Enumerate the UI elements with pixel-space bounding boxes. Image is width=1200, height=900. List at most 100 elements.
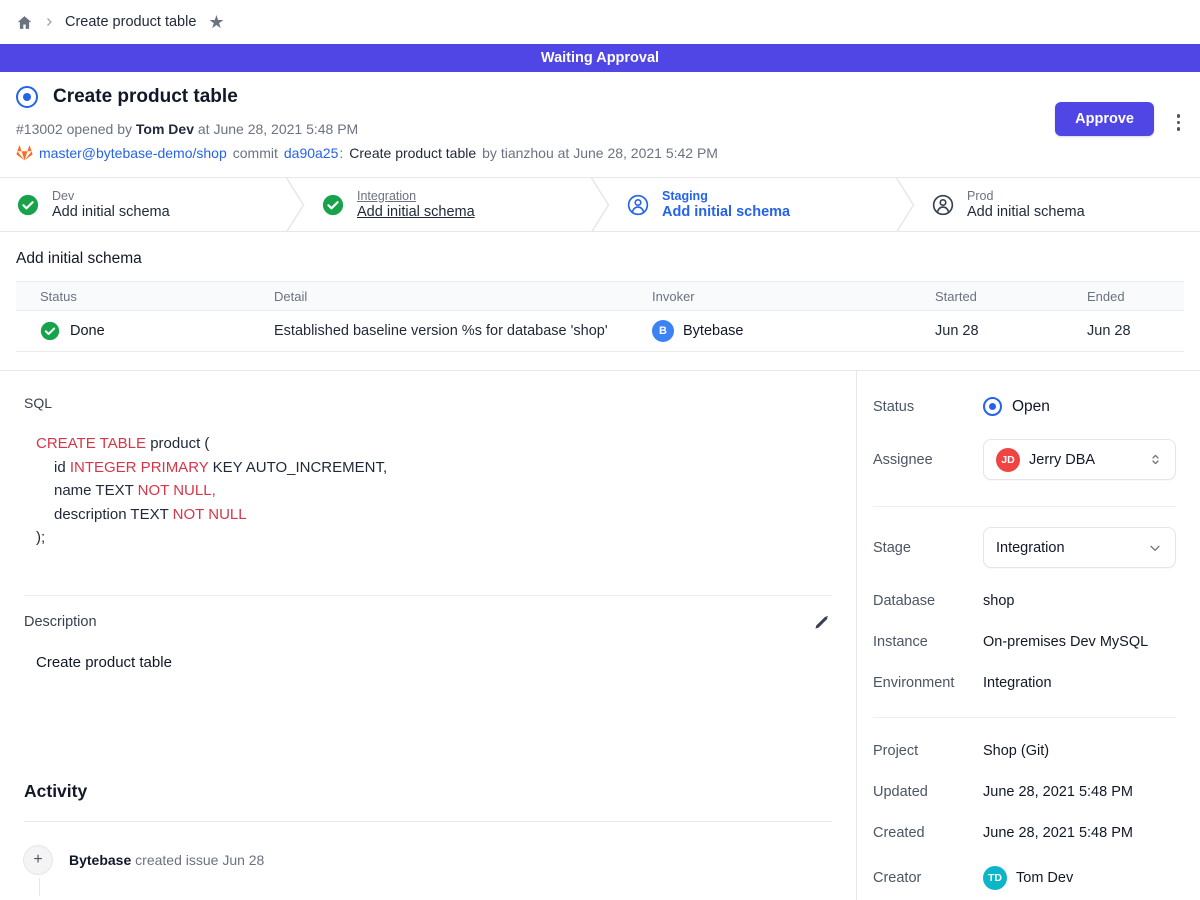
commit-byline: by tianzhou at June 28, 2021 5:42 PM (482, 145, 718, 161)
stage-staging[interactable]: Staging Add initial schema (610, 178, 895, 231)
environment-label: Environment (873, 675, 983, 691)
stage-integration[interactable]: Integration Add initial schema (305, 178, 590, 231)
divider (873, 506, 1176, 507)
banner-text: Waiting Approval (541, 50, 659, 66)
waiting-approval-banner: Waiting Approval (0, 44, 1200, 72)
sql-code-block: CREATE TABLE product ( id INTEGER PRIMAR… (24, 432, 832, 550)
sql-keyword: INTEGER PRIMARY (70, 459, 209, 476)
approve-button[interactable]: Approve (1055, 102, 1154, 136)
database-value[interactable]: shop (983, 593, 1014, 609)
assignee-select[interactable]: JD Jerry DBA (983, 439, 1176, 480)
pipeline-stages: Dev Add initial schema Integration Add i… (0, 177, 1200, 232)
database-label: Database (873, 593, 983, 609)
done-check-icon (40, 321, 60, 341)
sql-text: KEY AUTO_INCREMENT, (208, 459, 387, 476)
chevron-right-icon (43, 16, 55, 28)
row-invoker: Bytebase (683, 323, 743, 339)
content-area: SQL CREATE TABLE product ( id INTEGER PR… (0, 370, 1200, 900)
sql-keyword: NOT NULL, (138, 482, 216, 499)
status-value: Open (1012, 398, 1050, 416)
breadcrumb: Create product table ★ (0, 0, 1200, 44)
stage-done-check-icon (17, 194, 39, 216)
issue-meta: #13002 opened by Tom Dev at June 28, 202… (16, 121, 1184, 137)
row-ended: Jun 28 (1063, 323, 1184, 339)
stage-select[interactable]: Integration (983, 527, 1176, 568)
bytebase-avatar: B (652, 320, 674, 342)
commit-message: Create product table (349, 145, 476, 161)
breadcrumb-page-title[interactable]: Create product table (65, 14, 196, 30)
divider (24, 595, 832, 596)
created-label: Created (873, 825, 983, 841)
plus-icon: + (24, 846, 52, 874)
updated-label: Updated (873, 784, 983, 800)
activity-actor: Bytebase (69, 852, 131, 868)
issue-author: Tom Dev (136, 121, 194, 137)
col-started: Started (911, 289, 1063, 304)
updown-chevrons-icon (1148, 452, 1163, 467)
chevron-down-icon (1147, 540, 1163, 556)
task-heading: Add initial schema (16, 250, 1184, 268)
commit-row: master@bytebase-demo/shop commit da90a25… (16, 145, 1184, 161)
project-value[interactable]: Shop (Git) (983, 743, 1049, 759)
instance-label: Instance (873, 634, 983, 650)
stage-separator (590, 178, 610, 231)
commit-word: commit (233, 145, 278, 161)
sql-text: product ( (146, 435, 209, 452)
edit-description-pencil-icon[interactable] (811, 612, 832, 633)
sql-text: description TEXT (54, 506, 173, 523)
stage-pending-approval-icon (627, 194, 649, 216)
table-row[interactable]: Done Established baseline version %s for… (16, 311, 1184, 351)
stage-task-label: Add initial schema (662, 204, 790, 220)
stage-value: Integration (996, 540, 1138, 556)
divider (24, 821, 832, 822)
divider (873, 717, 1176, 718)
project-label: Project (873, 743, 983, 759)
sql-text: name TEXT (54, 482, 138, 499)
stage-done-check-icon (322, 194, 344, 216)
row-started: Jun 28 (911, 323, 1063, 339)
issue-sidebar: Status Open Assignee JD Jerry DBA Stage … (857, 371, 1200, 900)
commit-colon: : (339, 145, 343, 161)
description-body[interactable]: Create product table (36, 654, 832, 671)
sql-label: SQL (24, 395, 832, 411)
stage-env-label: Staging (662, 189, 790, 203)
task-table-header: Status Detail Invoker Started Ended (16, 282, 1184, 311)
creator-value: Tom Dev (1016, 870, 1073, 886)
col-invoker: Invoker (628, 289, 911, 304)
favorite-star-icon[interactable]: ★ (208, 13, 224, 31)
assignee-label: Assignee (873, 452, 983, 468)
updated-value: June 28, 2021 5:48 PM (983, 784, 1133, 800)
row-detail: Established baseline version %s for data… (250, 323, 628, 339)
description-label: Description (24, 614, 97, 630)
sql-text: ); (36, 529, 45, 546)
environment-value[interactable]: Integration (983, 675, 1052, 691)
creator-label: Creator (873, 870, 983, 886)
stage-prod[interactable]: Prod Add initial schema (915, 178, 1200, 231)
issue-opened-time: at June 28, 2021 5:48 PM (194, 121, 358, 137)
stage-task-label[interactable]: Add initial schema (357, 204, 475, 220)
stage-label: Stage (873, 540, 983, 556)
home-icon[interactable] (16, 14, 33, 31)
status-label: Status (873, 399, 983, 415)
stage-dev[interactable]: Dev Add initial schema (0, 178, 285, 231)
stage-env-label: Dev (52, 189, 170, 203)
stage-task-label: Add initial schema (967, 204, 1085, 220)
stage-env-label[interactable]: Integration (357, 189, 475, 203)
stage-task-label: Add initial schema (52, 204, 170, 220)
col-status: Status (16, 289, 250, 304)
assignee-avatar: JD (996, 448, 1020, 472)
activity-action: created issue Jun 28 (131, 852, 264, 868)
stage-separator (285, 178, 305, 231)
task-table: Status Detail Invoker Started Ended Done… (16, 281, 1184, 352)
commit-hash-link[interactable]: da90a25 (284, 145, 339, 161)
commit-branch-link[interactable]: master@bytebase-demo/shop (39, 145, 227, 161)
sql-keyword: NOT NULL (173, 506, 247, 523)
created-value: June 28, 2021 5:48 PM (983, 825, 1133, 841)
sql-text: id (54, 459, 70, 476)
issue-open-status-icon (16, 86, 38, 108)
instance-value[interactable]: On-premises Dev MySQL (983, 634, 1148, 650)
open-status-icon (983, 397, 1002, 416)
activity-timeline-line (39, 878, 40, 896)
more-actions-menu-icon[interactable] (1175, 112, 1183, 133)
activity-heading: Activity (24, 781, 832, 802)
